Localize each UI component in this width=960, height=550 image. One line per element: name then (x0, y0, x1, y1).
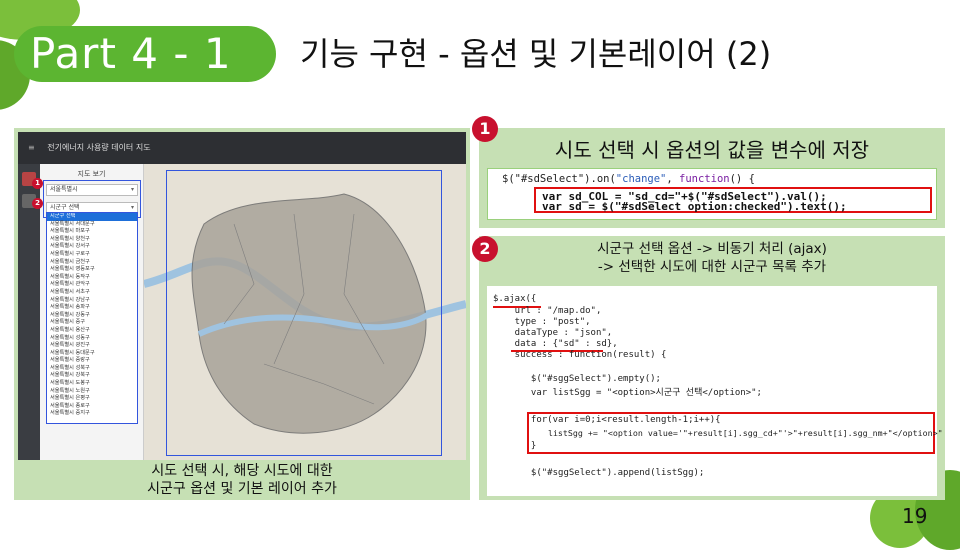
code-line: type : "post", (493, 317, 591, 327)
slide-title: 기능 구현 - 옵션 및 기본레이어 (2) (300, 35, 772, 73)
code-line: success : function(result) { (493, 350, 667, 360)
layer-panel: 지도 보기 서울특별시 ▾ 시군구 선택 ▾ 시군구 선택 서울특별시 서대문구 서… (40, 164, 144, 460)
dropdown-option[interactable]: 서울특별시 구로구 (47, 251, 137, 259)
dropdown-option[interactable]: 서울특별시 광진구 (47, 342, 137, 350)
code-line: for(var i=0;i<result.length-1;i++){ (493, 415, 721, 425)
dropdown-option[interactable]: 서울특별시 중지구 (47, 410, 137, 418)
dropdown-option[interactable]: 서울특별시 영등포구 (47, 266, 137, 274)
dropdown-option[interactable]: 서울특별시 송파구 (47, 304, 137, 312)
dropdown-option[interactable]: 서울특별시 은평구 (47, 395, 137, 403)
app-title-bar: ≡ 전기에너지 사용량 데이터 지도 (18, 132, 466, 164)
panel-2-title: 시군구 선택 옵션 -> 비동기 처리 (ajax) -> 선택한 시도에 대한… (479, 240, 945, 276)
dropdown-option[interactable]: 서울특별시 강북구 (47, 372, 137, 380)
marker-1-badge: 1 (32, 178, 43, 189)
hamburger-menu-icon[interactable]: ≡ (28, 143, 35, 152)
code-line: } (493, 441, 537, 451)
left-panel: ≡ 전기에너지 사용량 데이터 지도 지도 보기 서울특별시 ▾ 시군구 선택 … (14, 128, 470, 500)
left-caption: 시도 선택 시, 해당 시도에 대한 시군구 옵션 및 기본 레이어 추가 (18, 462, 466, 498)
dropdown-option[interactable]: 서울특별시 중구 (47, 319, 137, 327)
panel-2-title-line-1: 시군구 선택 옵션 -> 비동기 처리 (ajax) (597, 241, 827, 257)
caption-line-1: 시도 선택 시, 해당 시도에 대한 (151, 463, 333, 479)
panel-1-code-block: $("#sdSelect").on("change", function() {… (487, 168, 937, 220)
marker-2-badge: 2 (32, 198, 43, 209)
dropdown-option[interactable]: 서울특별시 중랑구 (47, 357, 137, 365)
dropdown-option[interactable]: 서울특별시 용산구 (47, 327, 137, 335)
step-2-badge: 2 (472, 236, 498, 262)
panel-heading: 지도 보기 (77, 170, 106, 178)
code-line: dataType : "json", (493, 328, 613, 338)
dropdown-option[interactable]: 서울특별시 서초구 (47, 289, 137, 297)
right-panel-1: 시도 선택 시 옵션의 값을 변수에 저장 $("#sdSelect").on(… (479, 128, 945, 228)
sgg-dropdown-list[interactable]: 시군구 선택 서울특별시 서대문구 서울특별시 마포구 서울특별시 양천구 서울특별시 … (46, 212, 138, 424)
right-panel-2: 시군구 선택 옵션 -> 비동기 처리 (ajax) -> 선택한 시도에 대한… (479, 236, 945, 500)
app-screenshot: ≡ 전기에너지 사용량 데이터 지도 지도 보기 서울특별시 ▾ 시군구 선택 … (18, 132, 466, 460)
page-number: 19 (902, 504, 928, 528)
dropdown-option[interactable]: 서울특별시 강서구 (47, 243, 137, 251)
code-line: $("#sggSelect").empty(); (493, 374, 661, 384)
code-line: $.ajax({ (493, 294, 537, 304)
code-line: var listSgg = "<option>시군구 선택</option>"; (493, 388, 762, 398)
code-line: var sd = $("#sdSelect option:checked").t… (542, 200, 847, 213)
dropdown-option[interactable]: 서울특별시 도봉구 (47, 380, 137, 388)
dropdown-option[interactable]: 서울특별시 강남구 (47, 297, 137, 305)
step-1-badge: 1 (472, 116, 498, 142)
code-line: listSgg += "<option value='"+result[i].s… (493, 428, 943, 438)
code-line: $("#sggSelect").append(listSgg); (493, 468, 705, 478)
code-line: url : "/map.do", (493, 306, 602, 316)
code-line: $("#sdSelect").on("change", function() { (502, 173, 755, 185)
dropdown-option[interactable]: 서울특별시 성동구 (47, 335, 137, 343)
part-badge: Part 4 - 1 (14, 26, 276, 82)
dropdown-option[interactable]: 서울특별시 마포구 (47, 228, 137, 236)
dropdown-option[interactable]: 시군구 선택 (47, 213, 137, 221)
panel-1-title: 시도 선택 시 옵션의 값을 변수에 저장 (554, 138, 870, 162)
map-highlight-box (166, 170, 442, 456)
panel-2-title-line-2: -> 선택한 시도에 대한 시군구 목록 추가 (597, 259, 827, 275)
panel-2-code-block: $.ajax({ url : "/map.do", type : "post",… (487, 286, 943, 496)
code-highlight-box: var sd_COL = "sd_cd="+$("#sdSelect").val… (534, 187, 932, 213)
app-title: 전기에너지 사용량 데이터 지도 (47, 143, 151, 152)
dropdown-option[interactable]: 서울특별시 관악구 (47, 281, 137, 289)
caption-line-2: 시군구 옵션 및 기본 레이어 추가 (147, 481, 337, 497)
map-canvas[interactable] (143, 164, 466, 460)
code-line: data : {"sd" : sd}, (493, 339, 618, 349)
